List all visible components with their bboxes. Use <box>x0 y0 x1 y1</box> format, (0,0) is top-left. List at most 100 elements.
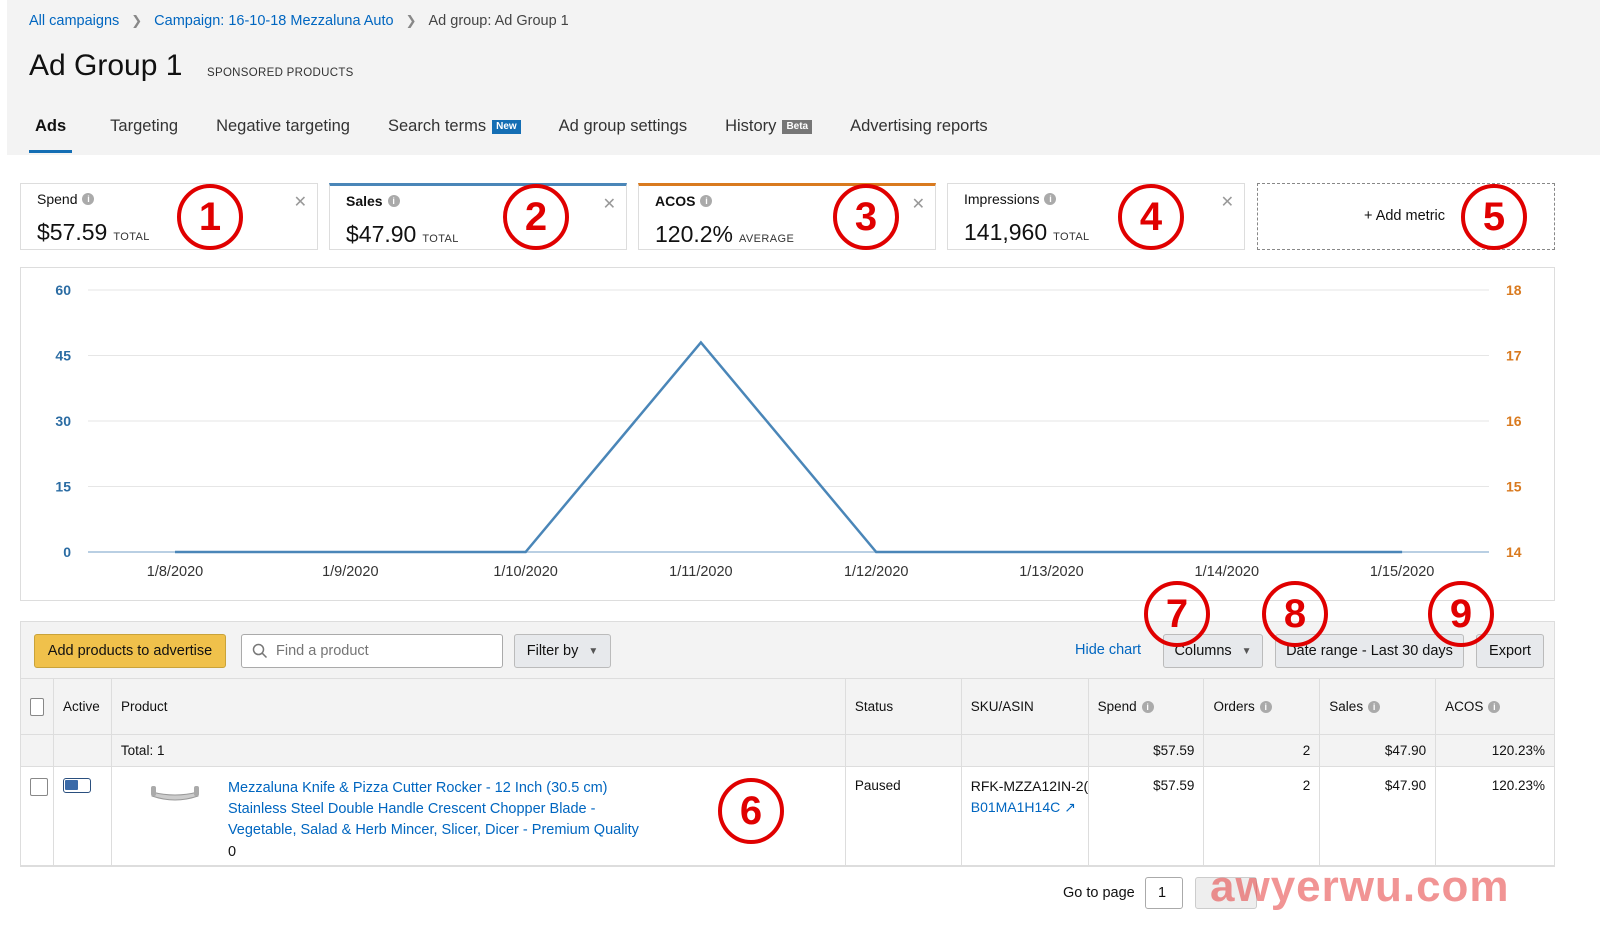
y-tick-left: 60 <box>55 282 71 298</box>
tab-ad-group-settings[interactable]: Ad group settings <box>559 117 687 153</box>
close-icon[interactable]: ✕ <box>912 194 925 214</box>
table-total-row: Total: 1 $57.59 2 $47.90 120.23% <box>21 735 1554 767</box>
annotation-marker: 2 <box>503 184 569 250</box>
total-cell <box>846 735 962 766</box>
y-tick-left: 0 <box>63 544 71 560</box>
header-acos[interactable]: ACOS i <box>1436 679 1554 734</box>
page-subtitle: SPONSORED PRODUCTS <box>207 67 354 79</box>
tab-search-terms[interactable]: Search terms New <box>388 117 521 153</box>
close-icon[interactable]: ✕ <box>294 192 307 212</box>
annotation-marker: 1 <box>177 184 243 250</box>
annotation-marker: 5 <box>1461 184 1527 250</box>
search-input[interactable] <box>276 643 496 659</box>
total-acos: 120.23% <box>1491 743 1546 758</box>
goto-page-label: Go to page <box>1063 885 1135 901</box>
info-icon: i <box>1368 700 1381 713</box>
info-icon: i <box>387 195 400 207</box>
tab-label: Ads <box>35 117 67 135</box>
info-icon: i <box>1141 700 1154 713</box>
annotation-marker: 8 <box>1262 581 1328 647</box>
metric-value-text: 120.2% <box>655 221 734 247</box>
external-link-icon[interactable]: ↗ <box>1064 799 1076 815</box>
metric-card-impressions[interactable]: Impressions i 141,960 TOTAL ✕ <box>947 183 1245 250</box>
table-toolbar: Add products to advertise Filter by ▼ Hid… <box>20 621 1555 679</box>
row-sku: RFK-MZZA12IN-2( <box>970 778 1089 794</box>
filter-by-label: Filter by <box>526 643 579 659</box>
product-thumbnail[interactable] <box>148 782 202 812</box>
tab-label: Targeting <box>110 117 179 135</box>
row-checkbox[interactable] <box>30 778 48 796</box>
total-cell <box>962 735 1089 766</box>
metric-suffix: TOTAL <box>113 231 150 243</box>
active-toggle[interactable] <box>63 778 91 793</box>
y-tick-left: 15 <box>55 479 71 495</box>
header-sales[interactable]: Sales i <box>1320 679 1437 734</box>
tab-ads[interactable]: Ads <box>29 117 73 153</box>
info-icon: i <box>82 193 95 205</box>
header-orders[interactable]: Orders i <box>1204 679 1321 734</box>
header-spend[interactable]: Spend i <box>1089 679 1205 734</box>
export-button[interactable]: Export <box>1476 634 1544 668</box>
filter-by-button[interactable]: Filter by ▼ <box>514 634 611 668</box>
header-active[interactable]: Active <box>54 679 112 734</box>
y-tick-right: 18 <box>1506 282 1522 298</box>
x-tick-label: 1/11/2020 <box>669 564 732 580</box>
performance-chart: 0 15 30 45 60 14 15 16 17 18 1/8/2020 1/9/2020 1/10/… <box>20 267 1555 601</box>
metric-suffix: TOTAL <box>422 233 459 245</box>
x-tick-label: 1/8/2020 <box>147 564 203 580</box>
export-label: Export <box>1489 643 1531 659</box>
chevron-right-icon: ❯ <box>131 13 143 28</box>
select-all-checkbox[interactable] <box>30 697 44 716</box>
add-products-button[interactable]: Add products to advertise <box>34 634 226 668</box>
annotation-marker: 7 <box>1144 581 1210 647</box>
total-spend: $57.59 <box>1089 735 1205 766</box>
x-tick-label: 1/15/2020 <box>1370 564 1435 580</box>
tab-bar: Ads Targeting Negative targeting Search … <box>29 117 1026 153</box>
asin-link-wrap: B01MA1H14C ↗ <box>971 799 1079 816</box>
header-label: Orders <box>1213 699 1255 714</box>
x-tick-label: 1/13/2020 <box>1019 564 1084 580</box>
tab-negative-targeting[interactable]: Negative targeting <box>216 117 350 153</box>
tab-history[interactable]: History Beta <box>725 117 813 153</box>
tab-targeting[interactable]: Targeting <box>110 117 178 153</box>
annotation-marker: 9 <box>1428 581 1494 647</box>
hide-chart-link[interactable]: Hide chart <box>1075 642 1141 658</box>
header-sku-asin[interactable]: SKU/ASIN <box>962 679 1089 734</box>
metric-suffix: AVERAGE <box>739 233 795 245</box>
table-row: Mezzaluna Knife & Pizza Cutter Rocker - … <box>21 767 1554 866</box>
metric-value: $57.59 TOTAL <box>37 219 150 246</box>
x-tick-label: 1/9/2020 <box>322 564 378 580</box>
asin-link[interactable]: B01MA1H14C <box>971 799 1061 815</box>
product-link[interactable]: Mezzaluna Knife & Pizza Cutter Rocker - … <box>228 778 648 841</box>
total-label: Total: 1 <box>112 735 846 766</box>
metric-value: $47.90 TOTAL <box>346 221 459 248</box>
chart-svg: 0 15 30 45 60 14 15 16 17 18 1/8/2020 1/9/2020 1/10/… <box>55 282 1522 580</box>
y-tick-right: 16 <box>1506 413 1522 429</box>
tab-label: History <box>725 117 777 135</box>
metric-label-text: ACOS <box>655 193 696 209</box>
close-icon[interactable]: ✕ <box>603 194 616 214</box>
y-tick-right: 15 <box>1506 479 1522 495</box>
metric-card-spend[interactable]: Spend i $57.59 TOTAL ✕ <box>20 183 318 250</box>
watermark: awyerwu.com <box>1210 862 1510 911</box>
close-icon[interactable]: ✕ <box>1221 192 1234 212</box>
search-box[interactable] <box>241 634 503 668</box>
y-tick-left: 45 <box>55 348 71 364</box>
metric-card-sales[interactable]: Sales i $47.90 TOTAL ✕ <box>329 183 627 250</box>
chevron-down-icon: ▼ <box>588 645 599 657</box>
add-products-label: Add products to advertise <box>47 643 213 659</box>
breadcrumb-campaign[interactable]: Campaign: 16-10-18 Mezzaluna Auto <box>154 13 393 29</box>
row-spend: $57.59 <box>1089 767 1205 865</box>
metric-label-text: Sales <box>346 193 383 209</box>
info-icon: i <box>1259 700 1272 713</box>
header-label: ACOS <box>1445 699 1484 714</box>
metric-label: ACOS i <box>655 193 713 209</box>
header-status[interactable]: Status <box>846 679 962 734</box>
breadcrumb-all-campaigns[interactable]: All campaigns <box>29 13 119 29</box>
new-badge: New <box>492 120 521 134</box>
row-sales: $47.90 <box>1320 767 1437 865</box>
page-number-input[interactable]: 1 <box>1145 877 1183 909</box>
header-product[interactable]: Product <box>112 679 846 734</box>
tab-advertising-reports[interactable]: Advertising reports <box>850 117 988 153</box>
info-icon: i <box>700 195 713 207</box>
